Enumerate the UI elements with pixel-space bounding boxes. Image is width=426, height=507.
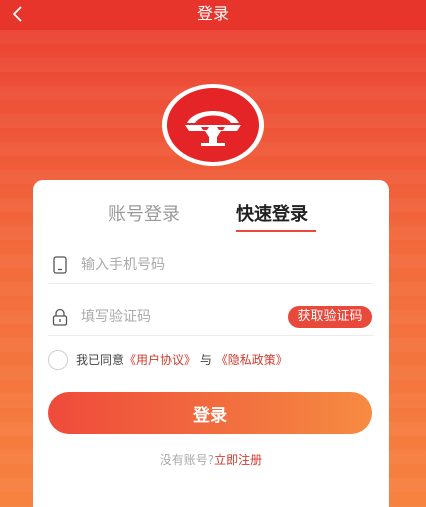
code-field-row: 获取验证码	[48, 300, 374, 336]
phone-input[interactable]	[81, 253, 281, 277]
register-prompt: 没有账号?	[159, 453, 215, 467]
agreement-checkbox[interactable]	[48, 350, 68, 370]
brand-logo-icon	[185, 111, 241, 146]
page-title: 登录	[196, 4, 229, 23]
verification-code-input[interactable]	[81, 305, 281, 329]
agreement-prefix: 我已同意	[76, 353, 125, 367]
privacy-policy-link[interactable]: 《隐私政策》	[216, 353, 288, 367]
active-tab-indicator	[236, 230, 316, 232]
user-agreement-link[interactable]: 《用户协议》	[124, 353, 196, 367]
brand-logo-badge	[167, 88, 259, 162]
brand-logo	[162, 84, 264, 166]
login-button[interactable]: 登录	[48, 392, 372, 434]
login-card: 账号登录 快速登录 获取验证码 我已同意《用户协议》 与 《隐私政策》 登录 没…	[33, 180, 389, 507]
login-tabs: 账号登录 快速登录	[33, 204, 389, 234]
tab-account-login[interactable]: 账号登录	[108, 204, 180, 226]
lock-icon	[52, 308, 68, 326]
register-link[interactable]: 立即注册	[214, 453, 262, 467]
agreement-text: 我已同意《用户协议》 与 《隐私政策》	[76, 350, 288, 370]
phone-field-row	[48, 248, 374, 284]
tab-quick-login[interactable]: 快速登录	[236, 204, 308, 226]
register-row: 没有账号?立即注册	[33, 452, 389, 468]
get-code-button[interactable]: 获取验证码	[288, 306, 372, 328]
agreement-row: 我已同意《用户协议》 与 《隐私政策》	[48, 350, 374, 372]
agreement-conjunction: 与	[199, 353, 212, 367]
phone-icon	[53, 256, 67, 274]
top-bar: 登录	[0, 0, 426, 30]
